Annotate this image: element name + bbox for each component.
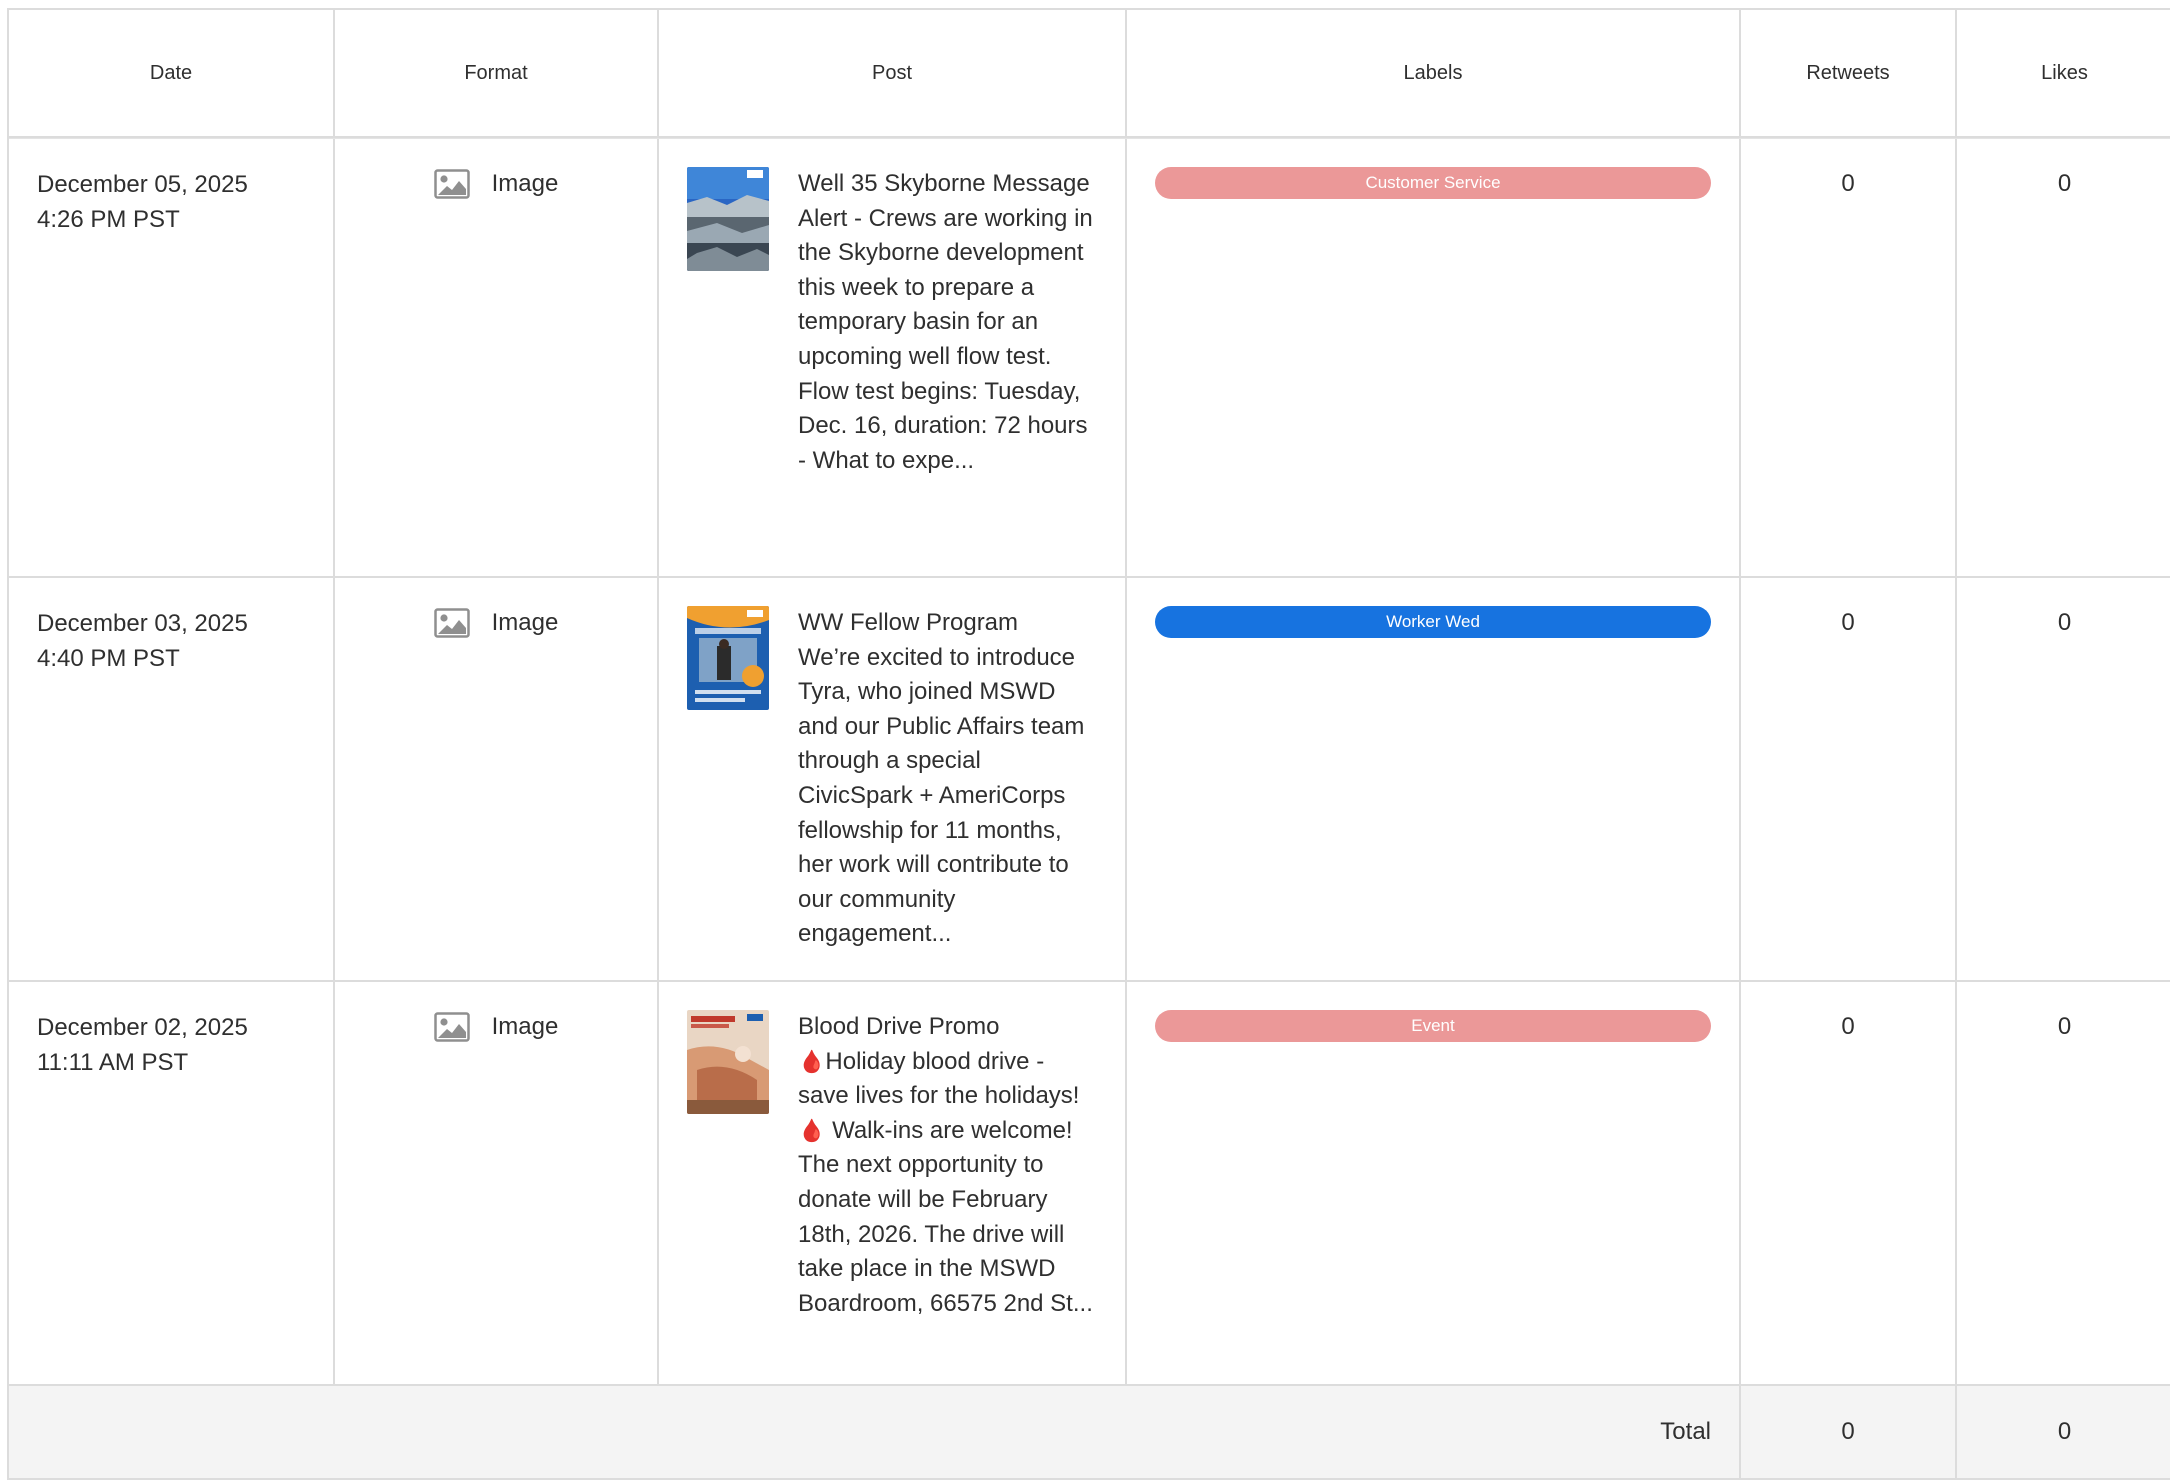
column-header-likes[interactable]: Likes (1957, 10, 2170, 138)
format-cell: Image (335, 982, 659, 1386)
total-label: Total (9, 1386, 1741, 1480)
column-header-date[interactable]: Date (9, 10, 335, 138)
post-time: 4:26 PM PST (37, 206, 180, 233)
format-label: Image (491, 609, 559, 636)
format-cell: Image (335, 139, 659, 578)
likes-count: 0 (1957, 578, 2170, 982)
table-row[interactable]: December 02, 2025 11:11 AM PST Image Blo… (9, 982, 2170, 1386)
post-cell[interactable]: Well 35 Skyborne Message Alert - Crews a… (659, 139, 1127, 578)
likes-count: 0 (1957, 982, 2170, 1386)
column-header-labels[interactable]: Labels (1127, 10, 1741, 138)
table-row[interactable]: December 05, 2025 4:26 PM PST Image Well… (9, 139, 2170, 578)
likes-count: 0 (1957, 139, 2170, 578)
table-header: Date Format Post Labels Retweets Likes (9, 10, 2170, 139)
post-time: 11:11 AM PST (37, 1049, 189, 1076)
date-cell: December 05, 2025 4:26 PM PST (9, 139, 335, 578)
retweets-count: 0 (1741, 578, 1957, 982)
column-header-post[interactable]: Post (659, 10, 1127, 138)
label-tag[interactable]: Customer Service (1155, 167, 1711, 199)
blood-drop-icon: 🩸 (798, 1048, 826, 1074)
label-tag[interactable]: Worker Wed (1155, 606, 1711, 638)
post-title: Blood Drive Promo (798, 1013, 1000, 1040)
format-cell: Image (335, 578, 659, 982)
post-title: Well 35 Skyborne Message (798, 170, 1090, 197)
post-thumbnail[interactable] (687, 167, 769, 271)
column-header-retweets[interactable]: Retweets (1741, 10, 1957, 138)
date-cell: December 03, 2025 4:40 PM PST (9, 578, 335, 982)
blood-drop-icon: 🩸 (798, 1117, 826, 1143)
post-body: Alert - Crews are working in the Skyborn… (798, 204, 1093, 474)
total-row: Total 0 0 (9, 1386, 2170, 1480)
format-label: Image (491, 170, 559, 197)
table-row[interactable]: December 03, 2025 4:40 PM PST Image WW F… (9, 578, 2170, 982)
format-label: Image (491, 1013, 559, 1040)
posts-table: Date Format Post Labels Retweets Likes D… (7, 8, 2170, 1480)
image-icon (433, 1012, 470, 1042)
post-date: December 02, 2025 (37, 1014, 248, 1041)
post-cell[interactable]: WW Fellow Program We’re excited to intro… (659, 578, 1127, 982)
label-tag[interactable]: Event (1155, 1010, 1711, 1042)
retweets-count: 0 (1741, 139, 1957, 578)
post-title: WW Fellow Program (798, 609, 1019, 636)
post-date: December 05, 2025 (37, 171, 248, 198)
labels-cell: Event (1127, 982, 1741, 1386)
post-time: 4:40 PM PST (37, 645, 180, 672)
post-body: 🩸Holiday blood drive - save lives for th… (798, 1047, 1093, 1317)
post-thumbnail[interactable] (687, 1010, 769, 1114)
post-cell[interactable]: Blood Drive Promo 🩸Holiday blood drive -… (659, 982, 1127, 1386)
post-thumbnail[interactable] (687, 606, 769, 710)
retweets-count: 0 (1741, 982, 1957, 1386)
total-likes: 0 (1957, 1386, 2170, 1480)
post-date: December 03, 2025 (37, 610, 248, 637)
post-body: We’re excited to introduce Tyra, who joi… (798, 643, 1085, 948)
column-header-format[interactable]: Format (335, 10, 659, 138)
labels-cell: Worker Wed (1127, 578, 1741, 982)
total-retweets: 0 (1741, 1386, 1957, 1480)
date-cell: December 02, 2025 11:11 AM PST (9, 982, 335, 1386)
image-icon (433, 608, 470, 638)
image-icon (433, 169, 470, 199)
labels-cell: Customer Service (1127, 139, 1741, 578)
